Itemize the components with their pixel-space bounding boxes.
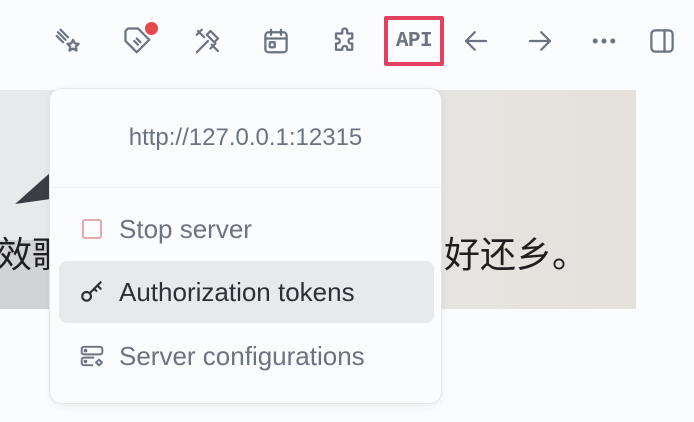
arrow-right-icon[interactable]	[518, 18, 562, 64]
calendar-icon[interactable]	[254, 18, 298, 64]
tag-with-notification-icon[interactable]	[116, 18, 160, 64]
notification-badge	[143, 20, 160, 37]
authorization-tokens-label: Authorization tokens	[119, 276, 355, 307]
stop-square-icon	[79, 216, 105, 242]
tools-icon[interactable]	[186, 18, 230, 64]
authorization-tokens-menu-item[interactable]: Authorization tokens	[59, 261, 434, 323]
api-label: API	[395, 29, 433, 53]
key-icon	[79, 279, 105, 305]
server-configurations-label: Server configurations	[119, 340, 365, 371]
api-button[interactable]: API	[384, 16, 444, 66]
stop-server-label: Stop server	[119, 213, 252, 244]
document-text-right: 好还乡。	[444, 235, 589, 276]
arrow-left-icon[interactable]	[454, 18, 498, 64]
api-server-popup: http://127.0.0.1:12315 Stop server Autho…	[49, 88, 442, 404]
stop-server-menu-item[interactable]: Stop server	[59, 198, 434, 260]
puzzle-icon[interactable]	[324, 18, 368, 64]
sparkles-star-icon[interactable]	[46, 18, 90, 64]
top-toolbar: API	[0, 0, 694, 86]
sidebar-toggle-icon[interactable]	[640, 18, 684, 64]
more-icon[interactable]	[582, 18, 626, 64]
server-settings-icon	[79, 343, 105, 369]
server-configurations-menu-item[interactable]: Server configurations	[59, 325, 434, 387]
server-url[interactable]: http://127.0.0.1:12315	[50, 89, 441, 188]
